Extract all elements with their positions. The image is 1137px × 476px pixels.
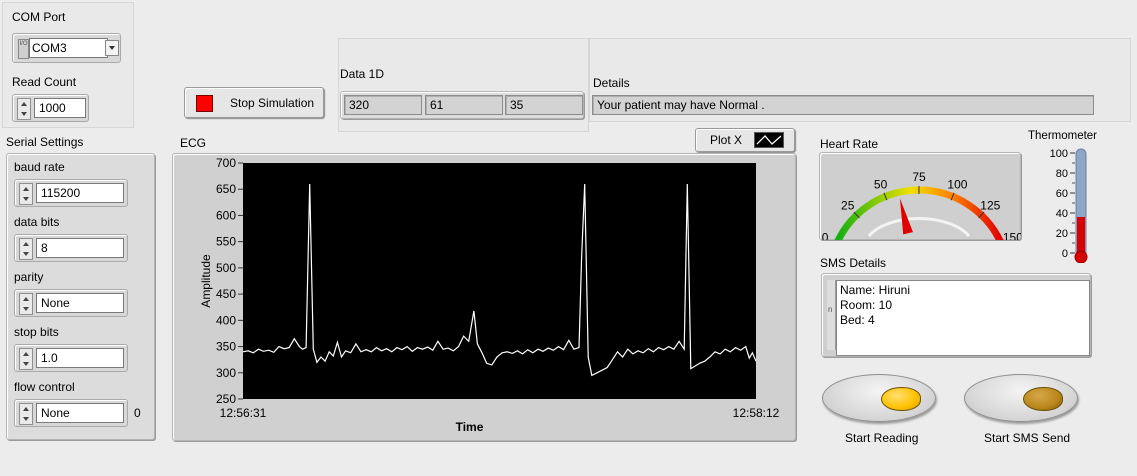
gauge-tick-label: 50	[874, 177, 888, 191]
thermometer-bulb	[1074, 250, 1088, 263]
flow-control-label: flow control	[14, 380, 75, 394]
sms-line-bed: Bed: 4	[840, 313, 875, 327]
flow-control-input[interactable]: None	[36, 403, 124, 423]
com-port-control: I/O COM3	[12, 33, 121, 63]
com-port-select[interactable]: COM3	[29, 38, 108, 58]
parity-stepper[interactable]	[19, 293, 33, 315]
y-tick-label: 450	[216, 287, 236, 301]
ecg-plot-area	[243, 163, 756, 399]
io-icon: I/O	[18, 39, 29, 59]
gauge-tick-label: 75	[912, 170, 926, 184]
com-port-label: COM Port	[12, 10, 66, 24]
stop-simulation-led	[196, 95, 213, 112]
y-tick-label: 300	[216, 366, 236, 380]
chevron-down-icon[interactable]	[105, 40, 119, 56]
gauge-tick-label: 150	[1003, 231, 1021, 240]
data-1d-label: Data 1D	[340, 67, 385, 81]
stop-bits-input[interactable]: 1.0	[36, 348, 124, 368]
y-tick-label: 500	[216, 261, 236, 275]
y-tick-label: 600	[216, 208, 236, 222]
start-sms-send-button[interactable]	[964, 374, 1078, 422]
gauge-needle	[899, 198, 913, 235]
x-end-label: 12:58:12	[733, 406, 780, 420]
stop-simulation-label: Stop Simulation	[230, 96, 315, 110]
serial-settings-label: Serial Settings	[6, 135, 84, 149]
ecg-chart: 700 650 600 550 500 450 400 350 300 25012:56:31 12…	[199, 156, 780, 434]
plot-legend[interactable]: Plot X	[695, 128, 795, 152]
gauge-tick-label: 0	[822, 231, 829, 240]
data-bits-stepper[interactable]	[19, 238, 33, 260]
flow-control-stepper[interactable]	[19, 403, 33, 425]
thermo-tick-label: 40	[1056, 208, 1068, 220]
stop-bits-label: stop bits	[14, 325, 59, 339]
read-count-stepper[interactable]	[17, 98, 31, 120]
heart-rate-label: Heart Rate	[820, 137, 879, 151]
thermometer: 100 80 60 40 20 0	[1050, 148, 1088, 263]
parity-label: parity	[14, 270, 44, 284]
details-label: Details	[593, 76, 630, 90]
y-tick-label: 400	[216, 313, 236, 327]
start-reading-button[interactable]	[822, 374, 936, 422]
y-tick-label: 700	[216, 156, 236, 170]
data-1d-value-2: 35	[505, 95, 583, 115]
parity-input[interactable]: None	[36, 293, 124, 313]
thermo-tick-label: 60	[1056, 188, 1068, 200]
flow-control-index: 0	[134, 406, 141, 420]
sms-details-label: SMS Details	[820, 256, 887, 270]
parity-control: None	[14, 289, 128, 317]
stop-simulation-button[interactable]: Stop Simulation	[184, 87, 324, 118]
y-tick-label: 350	[216, 340, 236, 354]
stop-bits-stepper[interactable]	[19, 348, 33, 370]
read-count-label: Read Count	[12, 75, 77, 89]
sms-line-name: Name: Hiruni	[840, 283, 911, 297]
read-count-input[interactable]: 1000	[34, 98, 86, 118]
data-bits-input[interactable]: 8	[36, 238, 124, 258]
start-sms-send-led	[1023, 387, 1063, 411]
flow-control-control: None	[14, 399, 128, 427]
thermometer-fill	[1077, 217, 1085, 256]
plot-line-icon	[754, 132, 784, 148]
heart-rate-gauge: 0 25 50 75 100 125 150	[822, 170, 1021, 240]
x-start-label: 12:56:31	[220, 406, 267, 420]
y-axis-label: Amplitude	[199, 254, 213, 308]
start-reading-led	[881, 387, 921, 411]
baud-rate-control: 115200	[14, 179, 128, 207]
baud-rate-label: baud rate	[14, 160, 65, 174]
baud-rate-input[interactable]: 115200	[36, 183, 124, 203]
gauge-tick-label: 25	[841, 199, 855, 213]
y-tick-label: 250	[216, 392, 236, 406]
plot-legend-label: Plot X	[710, 133, 743, 147]
thermo-tick-label: 20	[1056, 228, 1068, 240]
data-1d-value-0: 320	[344, 95, 422, 115]
gauge-hub	[867, 217, 971, 237]
thermo-tick-label: 0	[1062, 248, 1068, 260]
thermo-tick-label: 80	[1056, 168, 1068, 180]
x-axis-label: Time	[456, 420, 484, 434]
read-count-control: 1000	[12, 94, 89, 122]
thermo-tick-label: 100	[1050, 148, 1068, 160]
y-tick-label: 650	[216, 182, 236, 196]
sms-details-text: Name: Hiruni Room: 10 Bed: 4	[836, 280, 1090, 356]
data-bits-control: 8	[14, 234, 128, 262]
y-tick-label: 550	[216, 235, 236, 249]
stop-bits-control: 1.0	[14, 344, 128, 372]
thermometer-label: Thermometer	[1028, 130, 1098, 142]
gauge-tick-label: 100	[947, 177, 967, 191]
ecg-label: ECG	[180, 136, 207, 150]
data-1d-value-1: 61	[425, 95, 503, 115]
gauge-scale-arc	[834, 186, 1004, 240]
baud-rate-stepper[interactable]	[19, 183, 33, 205]
sms-details-scroll-handle[interactable]: n	[827, 280, 836, 350]
details-value: Your patient may have Normal .	[592, 95, 1094, 115]
sms-line-room: Room: 10	[840, 298, 893, 312]
start-reading-label: Start Reading	[845, 431, 919, 445]
start-sms-send-label: Start SMS Send	[984, 431, 1071, 445]
gauge-tick-label: 125	[980, 199, 1000, 213]
data-bits-label: data bits	[14, 215, 60, 229]
sms-scroll-glyph: n	[828, 305, 833, 314]
